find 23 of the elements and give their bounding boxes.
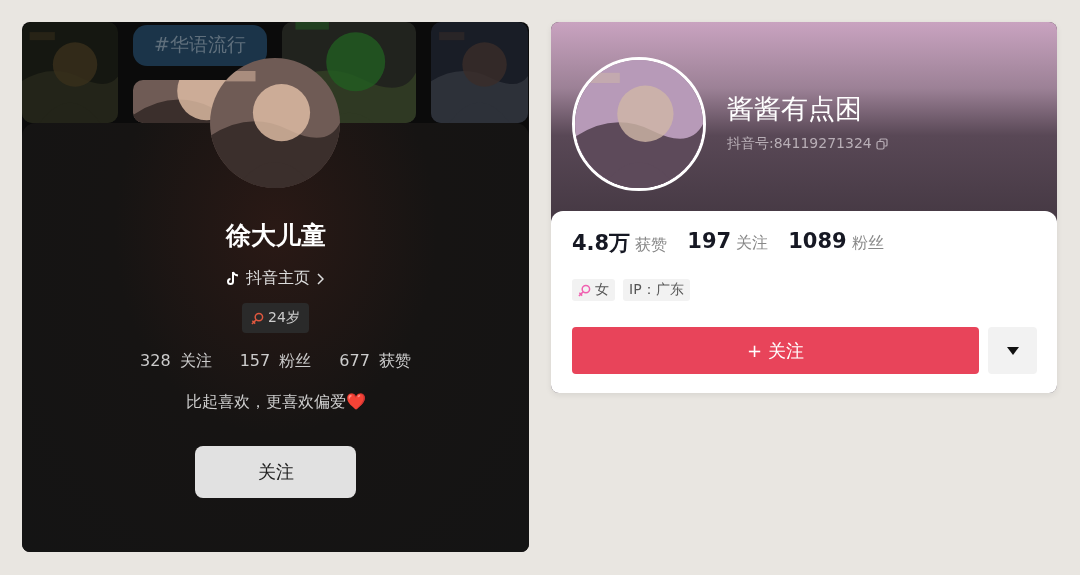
user-name: 徐大儿童 — [225, 220, 326, 252]
follow-button[interactable]: + 关注 — [572, 327, 979, 374]
stat-text: 1089 粉丝 — [788, 229, 884, 255]
more-button[interactable] — [988, 327, 1037, 374]
tag-text: IP：广东 — [629, 281, 684, 299]
stat-text: 197 关注 — [687, 229, 769, 255]
female-icon — [578, 283, 591, 297]
profile-link[interactable]: 抖音主页 — [227, 268, 324, 289]
stat-text: 677 获赞 — [339, 351, 411, 372]
stat-text: 4.8万 获赞 — [572, 230, 668, 257]
follow-button[interactable]: 关注 — [195, 446, 356, 498]
account-id: 抖音号:84119271324 — [727, 134, 872, 153]
copy-icon[interactable] — [875, 137, 888, 150]
chevron-right-icon — [316, 272, 324, 285]
stat-text: 328 关注 — [140, 351, 212, 372]
bio-text: 比起喜欢，更喜欢偏爱❤ — [185, 392, 366, 413]
age-text: 24岁 — [268, 309, 300, 327]
music-note-icon — [227, 271, 240, 286]
tag-text: 女 — [595, 281, 609, 299]
stat-text: 157 粉丝 — [239, 351, 312, 372]
caret-icon — [1006, 346, 1019, 355]
user-name: 酱酱有点困 — [727, 91, 863, 126]
female-icon — [251, 311, 265, 325]
